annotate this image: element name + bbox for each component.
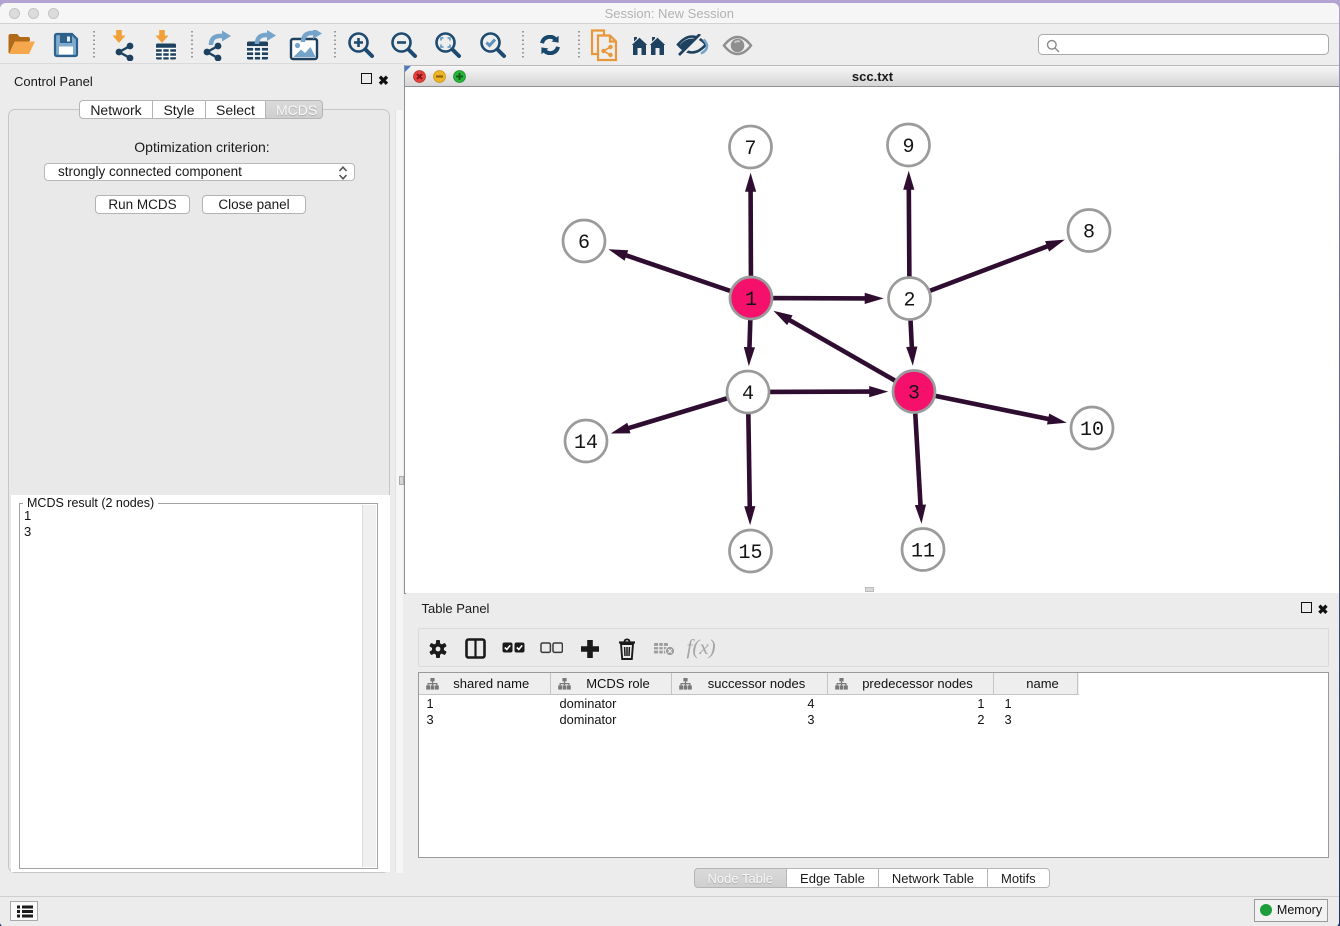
svg-text:1: 1 — [745, 288, 757, 311]
svg-text:3: 3 — [908, 382, 920, 405]
svg-text:11: 11 — [911, 540, 935, 563]
svg-text:14: 14 — [574, 431, 598, 454]
svg-text:7: 7 — [744, 137, 756, 160]
svg-text:8: 8 — [1083, 221, 1095, 244]
svg-text:10: 10 — [1080, 418, 1104, 441]
svg-text:9: 9 — [902, 135, 914, 158]
svg-text:6: 6 — [578, 231, 590, 254]
svg-text:4: 4 — [742, 382, 754, 405]
svg-text:15: 15 — [738, 541, 762, 564]
svg-text:2: 2 — [903, 289, 915, 312]
